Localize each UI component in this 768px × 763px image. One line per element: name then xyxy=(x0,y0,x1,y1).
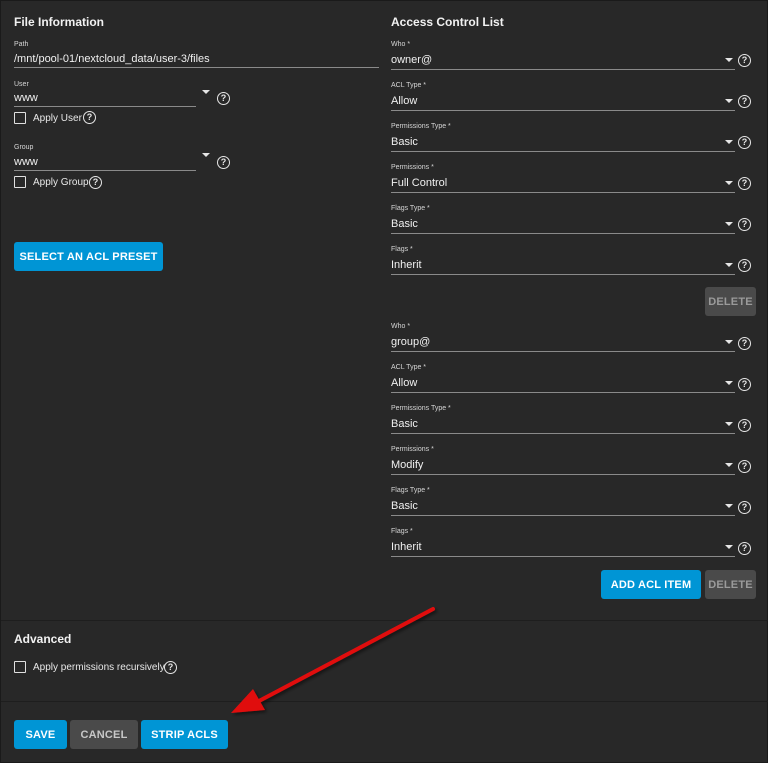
apply-group-help-icon[interactable]: ? xyxy=(89,176,102,189)
save-button[interactable]: SAVE xyxy=(14,720,67,749)
apply-recursively-help-icon[interactable]: ? xyxy=(164,661,177,674)
flags-dropdown-caret-icon[interactable] xyxy=(725,263,733,267)
permissions-type-label: Permissions Type * xyxy=(391,405,451,412)
path-underline xyxy=(14,67,379,68)
permissions-label: Permissions * xyxy=(391,446,434,453)
who-label: Who * xyxy=(391,323,411,330)
permissions-type-help-icon[interactable]: ? xyxy=(738,419,751,432)
flags-dropdown-caret-icon[interactable] xyxy=(725,545,733,549)
flags-type-select[interactable]: Basic xyxy=(391,500,418,512)
permissions-help-icon[interactable]: ? xyxy=(738,460,751,473)
red-arrow-shaft xyxy=(257,607,435,703)
permissions-underline xyxy=(391,192,735,193)
flags-help-icon[interactable]: ? xyxy=(738,542,751,555)
permissions-underline xyxy=(391,474,735,475)
flags-type-help-icon[interactable]: ? xyxy=(738,501,751,514)
acl-type-dropdown-caret-icon[interactable] xyxy=(725,381,733,385)
who-dropdown-caret-icon[interactable] xyxy=(725,58,733,62)
permissions-type-dropdown-caret-icon[interactable] xyxy=(725,140,733,144)
flags-type-dropdown-caret-icon[interactable] xyxy=(725,222,733,226)
flags-type-help-icon[interactable]: ? xyxy=(738,218,751,231)
flags-type-select[interactable]: Basic xyxy=(391,218,418,230)
flags-underline xyxy=(391,556,735,557)
permissions-type-select[interactable]: Basic xyxy=(391,136,418,148)
who-help-icon[interactable]: ? xyxy=(738,337,751,350)
delete-acl-item-button[interactable]: DELETE xyxy=(705,570,756,599)
user-help-icon[interactable]: ? xyxy=(217,92,230,105)
permissions-type-underline xyxy=(391,433,735,434)
apply-recursively-label: Apply permissions recursively xyxy=(33,662,165,673)
flags-type-underline xyxy=(391,233,735,234)
flags-type-label: Flags Type * xyxy=(391,205,430,212)
access-control-list-title: Access Control List xyxy=(391,15,504,29)
add-acl-item-button[interactable]: ADD ACL ITEM xyxy=(601,570,701,599)
who-select[interactable]: owner@ xyxy=(391,54,432,66)
who-help-icon[interactable]: ? xyxy=(738,54,751,67)
user-select[interactable]: www xyxy=(14,92,38,104)
delete-acl-item-button[interactable]: DELETE xyxy=(705,287,756,316)
apply-user-checkbox[interactable] xyxy=(14,112,26,124)
acl-type-dropdown-caret-icon[interactable] xyxy=(725,99,733,103)
group-underline xyxy=(14,170,196,171)
section-divider xyxy=(1,620,768,621)
permissions-type-label: Permissions Type * xyxy=(391,123,451,130)
file-information-title: File Information xyxy=(14,15,104,29)
permissions-help-icon[interactable]: ? xyxy=(738,177,751,190)
group-dropdown-caret-icon[interactable] xyxy=(202,153,210,157)
group-select[interactable]: www xyxy=(14,156,38,168)
strip-acls-button[interactable]: STRIP ACLS xyxy=(141,720,228,749)
permissions-dropdown-caret-icon[interactable] xyxy=(725,463,733,467)
group-help-icon[interactable]: ? xyxy=(217,156,230,169)
who-underline xyxy=(391,351,735,352)
flags-label: Flags * xyxy=(391,246,413,253)
permissions-type-help-icon[interactable]: ? xyxy=(738,136,751,149)
apply-user-label: Apply User xyxy=(33,113,82,124)
advanced-title: Advanced xyxy=(14,632,72,646)
red-arrow-annotation xyxy=(231,607,435,713)
cancel-button[interactable]: CANCEL xyxy=(70,720,138,749)
apply-group-label: Apply Group xyxy=(33,177,89,188)
permissions-type-underline xyxy=(391,151,735,152)
flags-label: Flags * xyxy=(391,528,413,535)
permissions-select[interactable]: Full Control xyxy=(391,177,447,189)
who-select[interactable]: group@ xyxy=(391,336,430,348)
flags-type-label: Flags Type * xyxy=(391,487,430,494)
who-underline xyxy=(391,69,735,70)
who-dropdown-caret-icon[interactable] xyxy=(725,340,733,344)
permissions-type-dropdown-caret-icon[interactable] xyxy=(725,422,733,426)
user-underline xyxy=(14,106,196,107)
permissions-label: Permissions * xyxy=(391,164,434,171)
acl-type-help-icon[interactable]: ? xyxy=(738,378,751,391)
group-label: Group xyxy=(14,144,34,151)
flags-select[interactable]: Inherit xyxy=(391,259,422,271)
acl-type-underline xyxy=(391,110,735,111)
permissions-type-select[interactable]: Basic xyxy=(391,418,418,430)
flags-type-dropdown-caret-icon[interactable] xyxy=(725,504,733,508)
flags-underline xyxy=(391,274,735,275)
who-label: Who * xyxy=(391,41,411,48)
flags-type-underline xyxy=(391,515,735,516)
acl-type-label: ACL Type * xyxy=(391,364,427,371)
acl-type-label: ACL Type * xyxy=(391,82,427,89)
permissions-dropdown-caret-icon[interactable] xyxy=(725,181,733,185)
acl-type-select[interactable]: Allow xyxy=(391,95,417,107)
apply-group-checkbox[interactable] xyxy=(14,176,26,188)
path-label: Path xyxy=(14,41,29,48)
acl-type-select[interactable]: Allow xyxy=(391,377,417,389)
flags-select[interactable]: Inherit xyxy=(391,541,422,553)
acl-type-help-icon[interactable]: ? xyxy=(738,95,751,108)
apply-recursively-checkbox[interactable] xyxy=(14,661,26,673)
user-label: User xyxy=(14,81,29,88)
select-acl-preset-button[interactable]: SELECT AN ACL PRESET xyxy=(14,242,163,271)
flags-help-icon[interactable]: ? xyxy=(738,259,751,272)
apply-user-help-icon[interactable]: ? xyxy=(83,111,96,124)
acl-editor-panel: File Information Path /mnt/pool-01/nextc… xyxy=(0,0,768,763)
footer-divider xyxy=(1,701,768,702)
permissions-select[interactable]: Modify xyxy=(391,459,423,471)
acl-type-underline xyxy=(391,392,735,393)
path-value[interactable]: /mnt/pool-01/nextcloud_data/user-3/files xyxy=(14,53,210,65)
user-dropdown-caret-icon[interactable] xyxy=(202,90,210,94)
